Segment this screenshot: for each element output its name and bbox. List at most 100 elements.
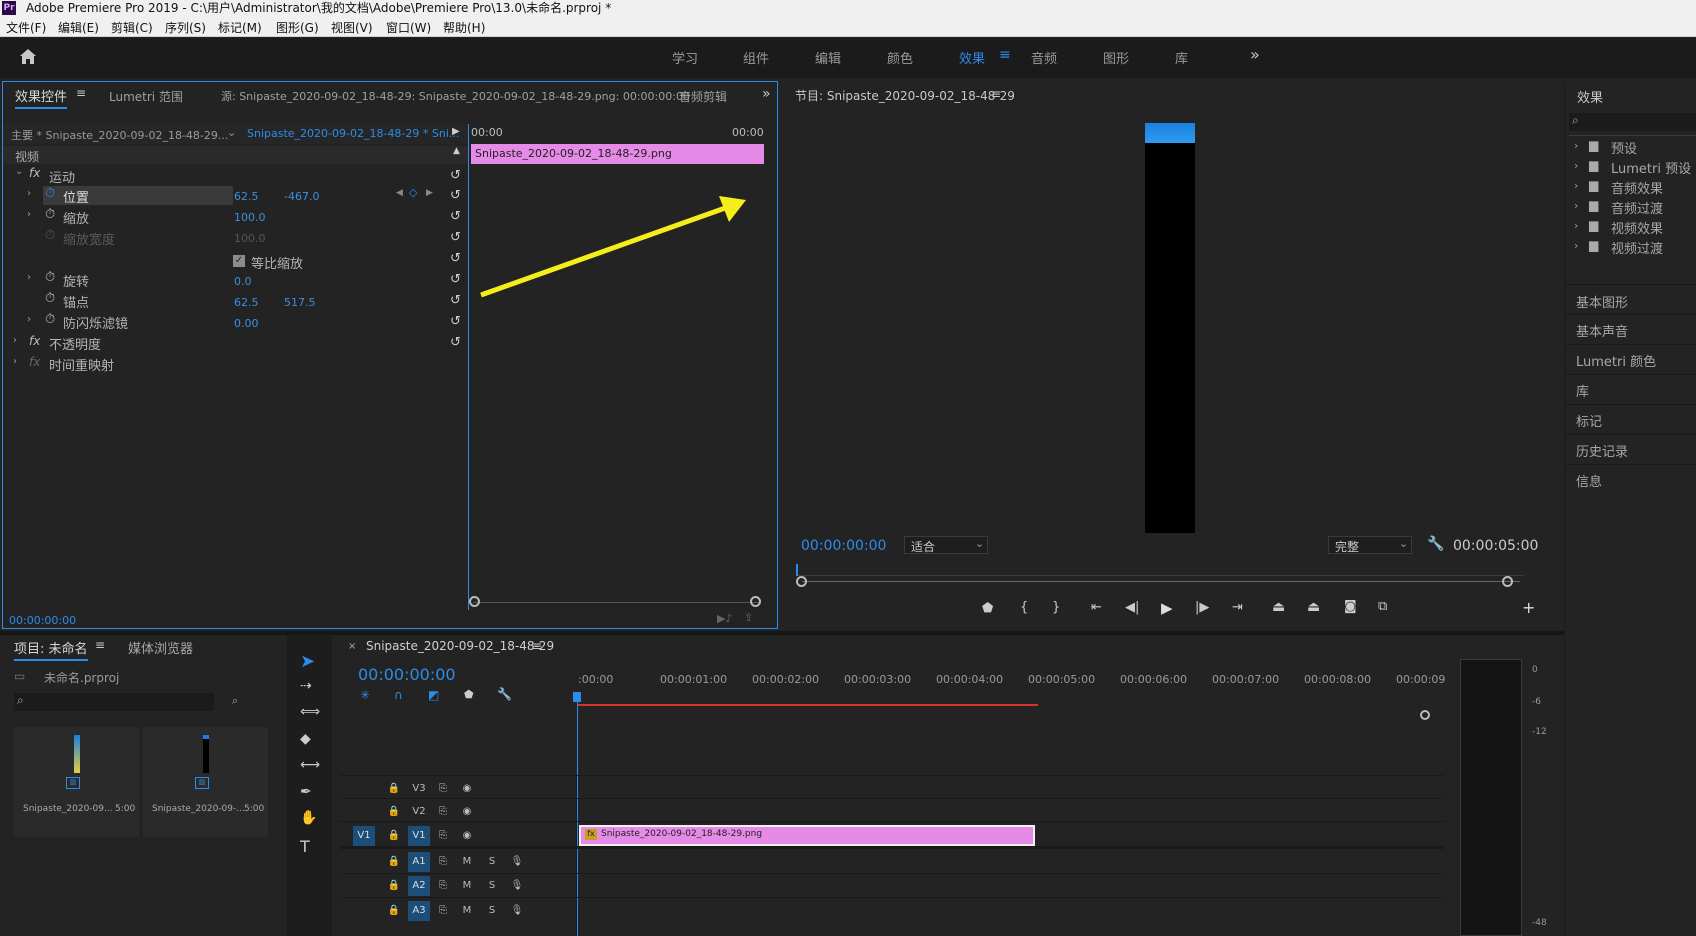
lock-icon[interactable]: 🔒 bbox=[383, 876, 405, 896]
ec-zoom-bar[interactable] bbox=[473, 602, 759, 603]
sync-lock-icon[interactable]: ⎘ bbox=[432, 779, 454, 799]
next-keyframe-icon[interactable]: ▶ bbox=[426, 188, 433, 198]
step-forward-icon[interactable]: |▶ bbox=[1195, 600, 1209, 615]
panel-essential-graphics[interactable]: 基本图形 bbox=[1576, 292, 1628, 311]
effects-item-audio-effects[interactable]: 音频效果 bbox=[1611, 178, 1663, 197]
selection-tool-icon[interactable]: ➤ bbox=[300, 651, 322, 673]
quality-dropdown[interactable]: 完整 ⌄ bbox=[1328, 536, 1412, 554]
expand-icon[interactable]: › bbox=[13, 356, 17, 367]
effects-item-audio-transitions[interactable]: 音频过渡 bbox=[1611, 198, 1663, 217]
microphone-icon[interactable]: 🎙 bbox=[506, 876, 528, 896]
timeline-playhead[interactable] bbox=[577, 693, 578, 936]
zoom-handle-left[interactable] bbox=[469, 596, 480, 607]
home-icon[interactable] bbox=[19, 48, 37, 65]
stopwatch-icon[interactable]: ⏱ bbox=[45, 270, 55, 285]
sync-lock-icon[interactable]: ⎘ bbox=[432, 802, 454, 822]
reset-icon[interactable]: ↺ bbox=[450, 209, 461, 224]
expand-icon[interactable]: › bbox=[27, 272, 31, 283]
expand-icon[interactable]: › bbox=[13, 335, 17, 346]
ripple-edit-tool-icon[interactable]: ⟺ bbox=[300, 704, 322, 726]
track-v2-label[interactable]: V2 bbox=[408, 802, 430, 822]
zoom-handle-left[interactable] bbox=[796, 576, 807, 587]
workspace-audio[interactable]: 音频 bbox=[1031, 48, 1057, 67]
timeline-clip[interactable]: fx Snipaste_2020-09-02_18-48-29.png bbox=[579, 825, 1035, 846]
mark-out-icon[interactable]: } bbox=[1052, 600, 1060, 615]
expand-motion-icon[interactable]: ⌄ bbox=[15, 166, 23, 177]
rotation-value[interactable]: 0.0 bbox=[234, 275, 252, 288]
uniform-scale-checkbox[interactable]: ✓ bbox=[233, 255, 245, 267]
expand-icon[interactable]: › bbox=[1574, 219, 1578, 232]
hand-tool-icon[interactable]: ✋ bbox=[300, 810, 322, 832]
project-search-input[interactable]: ⌕ bbox=[14, 693, 214, 711]
lock-icon[interactable]: 🔒 bbox=[383, 802, 405, 822]
stopwatch-icon[interactable]: ⏱ bbox=[45, 207, 55, 222]
expand-icon[interactable]: › bbox=[27, 188, 31, 199]
expand-icon[interactable]: › bbox=[1574, 199, 1578, 212]
prev-keyframe-icon[interactable]: ◀ bbox=[396, 188, 403, 198]
ec-clip-bar[interactable]: Snipaste_2020-09-02_18-48-29.png bbox=[471, 144, 764, 164]
menu-file[interactable]: 文件(F) bbox=[6, 19, 46, 36]
position-x-value[interactable]: 62.5 bbox=[234, 190, 259, 203]
mute-button[interactable]: M bbox=[456, 852, 478, 872]
workspace-learn[interactable]: 学习 bbox=[672, 48, 698, 67]
lock-icon[interactable]: 🔒 bbox=[383, 852, 405, 872]
lock-icon[interactable]: 🔒 bbox=[383, 779, 405, 799]
add-button-icon[interactable]: + bbox=[1522, 598, 1535, 617]
timeline-title[interactable]: Snipaste_2020-09-02_18-48-29 bbox=[366, 639, 554, 653]
program-playhead[interactable] bbox=[796, 564, 798, 576]
linked-selection-icon[interactable]: ◩ bbox=[428, 688, 439, 702]
ec-timecode[interactable]: 00:00:00:00 bbox=[9, 614, 76, 627]
reset-icon[interactable]: ↺ bbox=[450, 335, 461, 350]
workspace-effects[interactable]: 效果 bbox=[959, 48, 985, 67]
go-to-in-icon[interactable]: ⇤ bbox=[1091, 600, 1102, 615]
add-keyframe-icon[interactable]: ◇ bbox=[409, 186, 417, 199]
sequence-clip-label[interactable]: Snipaste_2020-09-02_18-48-29 * Sni... bbox=[247, 127, 459, 140]
program-zoom-bar[interactable] bbox=[802, 581, 1520, 582]
timeline-ruler[interactable]: :00:00 00:00:01:00 00:00:02:00 00:00:03:… bbox=[578, 673, 1449, 693]
reset-icon[interactable]: ↺ bbox=[450, 314, 461, 329]
panel-essential-sound[interactable]: 基本声音 bbox=[1576, 321, 1628, 340]
workspace-menu-icon[interactable]: ≡ bbox=[999, 47, 1011, 63]
work-area-bar[interactable] bbox=[578, 704, 1038, 706]
anchor-x-value[interactable]: 62.5 bbox=[234, 296, 259, 309]
microphone-icon[interactable]: 🎙 bbox=[506, 901, 528, 921]
slip-tool-icon[interactable]: ⟷ bbox=[300, 757, 322, 779]
menu-window[interactable]: 窗口(W) bbox=[386, 19, 431, 36]
vertical-zoom-handle[interactable] bbox=[1420, 710, 1430, 720]
ec-playhead[interactable] bbox=[468, 124, 469, 610]
expand-icon[interactable]: › bbox=[1574, 159, 1578, 172]
track-select-tool-icon[interactable]: ⇢ bbox=[300, 678, 322, 700]
workspace-color[interactable]: 颜色 bbox=[887, 48, 913, 67]
solo-button[interactable]: S bbox=[481, 852, 503, 872]
pen-tool-icon[interactable]: ✒ bbox=[300, 784, 322, 806]
lock-icon[interactable]: 🔒 bbox=[383, 826, 405, 846]
snap-icon[interactable]: ∩ bbox=[394, 688, 403, 702]
reset-icon[interactable]: ↺ bbox=[450, 293, 461, 308]
effects-item-video-transitions[interactable]: 视频过渡 bbox=[1611, 238, 1663, 257]
project-item[interactable]: ▨ Snipaste_2020-09-... 5:00 bbox=[143, 727, 268, 837]
nest-icon[interactable]: ✳ bbox=[360, 688, 370, 702]
panel-menu-icon[interactable]: ≡ bbox=[76, 86, 86, 100]
stopwatch-icon[interactable]: ⏱ bbox=[45, 186, 55, 201]
camera-icon[interactable]: ◙ bbox=[1344, 599, 1357, 614]
workspace-graphics[interactable]: 图形 bbox=[1103, 48, 1129, 67]
scroll-up-icon[interactable]: ▲ bbox=[453, 146, 460, 156]
track-a1-label[interactable]: A1 bbox=[408, 852, 430, 872]
menu-edit[interactable]: 编辑(E) bbox=[58, 19, 99, 36]
sync-lock-icon[interactable]: ⎘ bbox=[432, 876, 454, 896]
extract-icon[interactable]: ⏏ bbox=[1307, 599, 1320, 615]
step-back-icon[interactable]: ◀| bbox=[1125, 600, 1139, 615]
workspace-assembly[interactable]: 组件 bbox=[743, 48, 769, 67]
workspace-libraries[interactable]: 库 bbox=[1175, 48, 1188, 67]
panel-markers[interactable]: 标记 bbox=[1576, 411, 1602, 430]
add-marker-icon[interactable]: ⬟ bbox=[982, 601, 993, 616]
solo-button[interactable]: S bbox=[481, 876, 503, 896]
effects-item-lumetri-presets[interactable]: Lumetri 预设 bbox=[1611, 158, 1691, 177]
reset-icon[interactable]: ↺ bbox=[450, 188, 461, 203]
wrench-icon[interactable]: 🔧 bbox=[497, 687, 512, 701]
eye-icon[interactable]: ◉ bbox=[456, 826, 478, 846]
panel-menu-icon[interactable]: ≡ bbox=[95, 638, 105, 652]
play-only-audio-icon[interactable]: ▶ bbox=[452, 126, 460, 137]
panel-history[interactable]: 历史记录 bbox=[1576, 441, 1628, 460]
wrench-icon[interactable]: 🔧 bbox=[1427, 536, 1444, 552]
